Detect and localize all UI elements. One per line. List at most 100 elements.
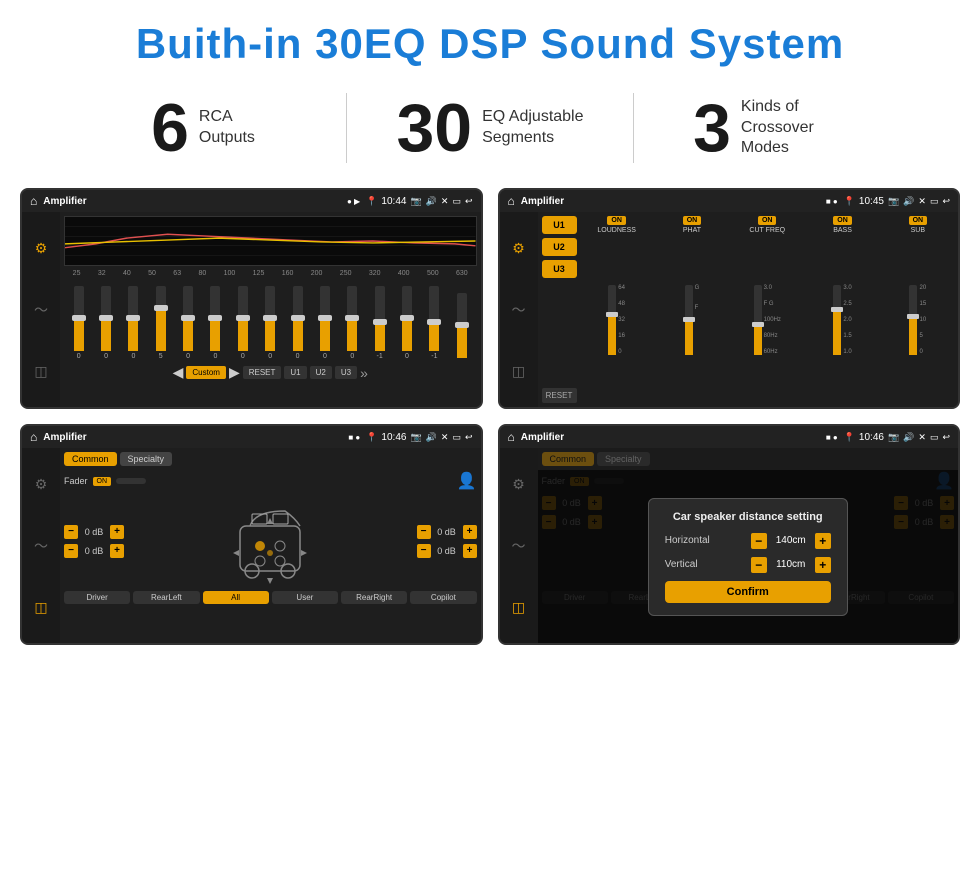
vol-icon-3: 🔊 xyxy=(426,432,437,443)
eq-slider-4: 0 xyxy=(175,286,200,360)
db-value-2: 0 dB xyxy=(433,527,461,537)
status-icons-4: 📍 10:46 📷 🔊 ✕ ▭ ↩ xyxy=(844,432,950,443)
btn-rearright[interactable]: RearRight xyxy=(341,591,407,604)
dialog-title: Car speaker distance setting xyxy=(665,511,831,523)
eq-u3-btn[interactable]: U3 xyxy=(335,366,357,379)
home-icon-2[interactable]: ⌂ xyxy=(508,194,515,208)
stat-crossover-label: Kinds ofCrossover Modes xyxy=(741,97,861,159)
stat-rca: 6 RCAOutputs xyxy=(60,94,346,162)
distance-dialog: Car speaker distance setting Horizontal … xyxy=(648,498,848,616)
tab-common[interactable]: Common xyxy=(64,452,117,466)
stat-rca-label: RCAOutputs xyxy=(199,107,255,149)
app-name-3: Amplifier xyxy=(43,432,342,443)
back-icon-1[interactable]: ↩ xyxy=(465,196,473,207)
sp-filter-icon[interactable]: ⚙ xyxy=(35,476,48,493)
db-plus-1[interactable]: + xyxy=(110,544,124,558)
db-row-1: − 0 dB + xyxy=(64,544,124,558)
ch-loudness-label: LOUDNESS xyxy=(597,227,636,234)
btn-rearleft[interactable]: RearLeft xyxy=(133,591,199,604)
co-wave-icon[interactable]: 〜 xyxy=(512,300,526,320)
dialog-vertical-plus[interactable]: + xyxy=(815,557,831,573)
db-row-3: − 0 dB + xyxy=(417,544,477,558)
db-minus-3[interactable]: − xyxy=(417,544,431,558)
crossover-u3-btn[interactable]: U3 xyxy=(542,260,577,278)
ch-cutfreq: ON CUT FREQ 3.0F G100Hz80Hz60Hz xyxy=(731,216,803,403)
crossover-u1-btn[interactable]: U1 xyxy=(542,216,577,234)
db-plus-3[interactable]: + xyxy=(463,544,477,558)
home-icon-1[interactable]: ⌂ xyxy=(30,194,37,208)
location-icon-3: 📍 xyxy=(366,432,377,443)
fader-label: Fader xyxy=(64,476,88,486)
dialog-vertical-control: − 110cm + xyxy=(751,557,831,573)
status-icons-3: 📍 10:46 📷 🔊 ✕ ▭ ↩ xyxy=(366,432,472,443)
ch-phat: ON PHAT GF xyxy=(656,216,728,403)
db-plus-2[interactable]: + xyxy=(463,525,477,539)
dialog-vertical-minus[interactable]: − xyxy=(751,557,767,573)
speaker-tabs: Common Specialty xyxy=(64,452,477,466)
eq-u2-btn[interactable]: U2 xyxy=(310,366,332,379)
ch-sub-on-btn[interactable]: ON xyxy=(909,216,928,225)
back-icon-2[interactable]: ↩ xyxy=(942,196,950,207)
back-icon-3[interactable]: ↩ xyxy=(465,432,473,443)
db-value-3: 0 dB xyxy=(433,546,461,556)
btn-all[interactable]: All xyxy=(203,591,269,604)
db-col-right: − 0 dB + − 0 dB + xyxy=(417,525,477,558)
dialog-vertical-label: Vertical xyxy=(665,559,698,570)
eq-reset-btn[interactable]: RESET xyxy=(243,366,282,379)
time-3: 10:46 xyxy=(381,432,406,443)
db-minus-1[interactable]: − xyxy=(64,544,78,558)
dialog-horizontal-minus[interactable]: − xyxy=(751,533,767,549)
fader-on-btn[interactable]: ON xyxy=(93,477,112,486)
ch-phat-on-btn[interactable]: ON xyxy=(683,216,702,225)
crossover-screen-content: ⚙ 〜 ◫ U1 U2 U3 RESET ON LOUDNESS xyxy=(500,212,959,407)
co-filter-icon[interactable]: ⚙ xyxy=(512,240,525,257)
btn-user[interactable]: User xyxy=(272,591,338,604)
person-icon: 👤 xyxy=(457,471,477,491)
db-minus-2[interactable]: − xyxy=(417,525,431,539)
db-minus-0[interactable]: − xyxy=(64,525,78,539)
tab-specialty[interactable]: Specialty xyxy=(120,452,173,466)
db-row-2: − 0 dB + xyxy=(417,525,477,539)
stat-eq: 30 EQ AdjustableSegments xyxy=(347,94,633,162)
eq-slider-10: 0 xyxy=(340,286,365,360)
dialog-horizontal-plus[interactable]: + xyxy=(815,533,831,549)
crossover-screenshot: ⌂ Amplifier ■ ● 📍 10:45 📷 🔊 ✕ ▭ ↩ ⚙ 〜 ◫ … xyxy=(498,188,961,409)
db-plus-0[interactable]: + xyxy=(110,525,124,539)
btn-driver[interactable]: Driver xyxy=(64,591,130,604)
eq-more-icon[interactable]: » xyxy=(360,365,368,381)
ch-loudness-on-btn[interactable]: ON xyxy=(607,216,626,225)
co-speaker-icon[interactable]: ◫ xyxy=(512,363,525,380)
btn-copilot[interactable]: Copilot xyxy=(410,591,476,604)
eq-custom-btn[interactable]: Custom xyxy=(186,366,226,379)
dialog-vertical-value: 110cm xyxy=(771,559,811,570)
app-name-1: Amplifier xyxy=(43,196,341,207)
crossover-reset-btn[interactable]: RESET xyxy=(542,388,577,403)
dialog-overlay: Car speaker distance setting Horizontal … xyxy=(538,470,959,643)
eq-speaker-icon[interactable]: ◫ xyxy=(34,363,47,380)
eq-filter-icon[interactable]: ⚙ xyxy=(35,240,48,257)
eq-slider-14 xyxy=(449,293,474,360)
eq-prev-btn[interactable]: ◀ xyxy=(173,364,184,381)
distance-sidebar: ⚙ 〜 ◫ xyxy=(500,448,538,643)
stat-crossover-number: 3 xyxy=(693,94,731,162)
batt-icon-2: ▭ xyxy=(930,196,939,207)
crossover-u2-btn[interactable]: U2 xyxy=(542,238,577,256)
sp-wave-icon[interactable]: 〜 xyxy=(34,536,48,556)
eq-u1-btn[interactable]: U1 xyxy=(284,366,306,379)
eq-next-btn[interactable]: ▶ xyxy=(229,364,240,381)
dot-icons-3: ■ ● xyxy=(348,433,360,442)
speaker-main-area: Common Specialty Fader ON 👤 − 0 dB + xyxy=(60,448,481,643)
home-icon-4[interactable]: ⌂ xyxy=(508,430,515,444)
home-icon-3[interactable]: ⌂ xyxy=(30,430,37,444)
sp-speaker-icon[interactable]: ◫ xyxy=(34,599,47,616)
dist-speaker-icon[interactable]: ◫ xyxy=(512,599,525,616)
confirm-button[interactable]: Confirm xyxy=(665,581,831,603)
eq-main-area: 253240506380100125160200250320400500630 … xyxy=(60,212,481,407)
dist-filter-icon[interactable]: ⚙ xyxy=(512,476,525,493)
eq-wave-icon[interactable]: 〜 xyxy=(34,300,48,320)
dist-wave-icon[interactable]: 〜 xyxy=(512,536,526,556)
back-icon-4[interactable]: ↩ xyxy=(942,432,950,443)
ch-bass-on-btn[interactable]: ON xyxy=(833,216,852,225)
ch-cutfreq-on-btn[interactable]: ON xyxy=(758,216,777,225)
fader-slider[interactable] xyxy=(116,478,146,484)
